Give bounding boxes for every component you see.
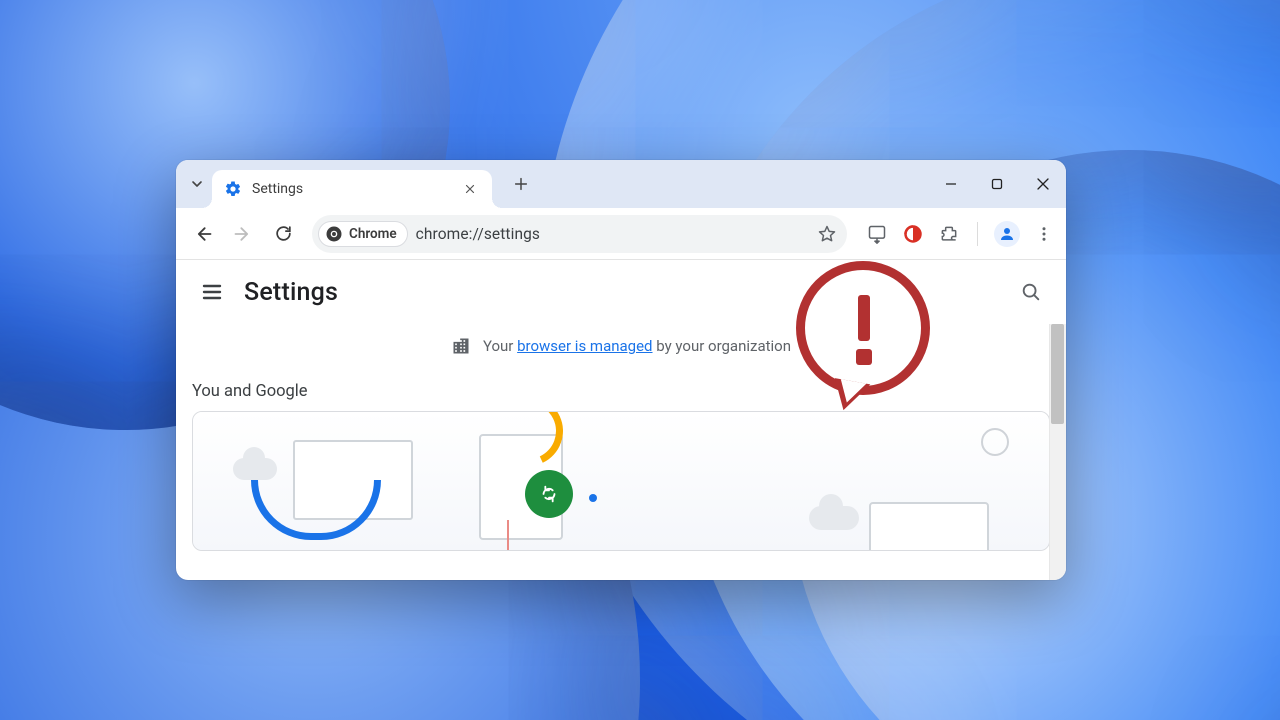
illustration-dot <box>589 494 597 502</box>
person-icon <box>998 225 1016 243</box>
kebab-icon <box>1035 225 1053 243</box>
address-bar[interactable]: Chrome chrome://settings <box>312 215 847 253</box>
arrow-left-icon <box>193 224 213 244</box>
tab-close-button[interactable] <box>460 179 480 199</box>
building-icon <box>451 336 471 356</box>
illustration-cloud <box>233 458 277 480</box>
managed-link[interactable]: browser is managed <box>517 337 652 355</box>
scrollbar-thumb[interactable] <box>1051 324 1064 424</box>
chevron-down-icon <box>189 176 205 192</box>
managed-notice: Your browser is managed by your organiza… <box>176 324 1066 368</box>
toolbar: Chrome chrome://settings <box>176 208 1066 260</box>
page-title: Settings <box>244 278 338 307</box>
url-text: chrome://settings <box>416 225 809 243</box>
chrome-menu-button[interactable] <box>1032 222 1056 246</box>
tab-settings[interactable]: Settings <box>212 170 492 208</box>
puzzle-icon <box>939 224 959 244</box>
sync-icon <box>538 483 560 505</box>
illustration-ring <box>981 428 1009 456</box>
arrow-right-icon <box>233 224 253 244</box>
settings-header: Settings <box>176 260 1066 324</box>
extension-adblock[interactable] <box>901 222 925 246</box>
section-you-and-google-title: You and Google <box>176 368 1066 411</box>
illustration-sync-dot <box>525 470 573 518</box>
illustration-arc-blue <box>251 480 381 540</box>
tab-title: Settings <box>252 181 450 197</box>
reload-icon <box>274 224 293 243</box>
illustration-rect-2 <box>869 502 989 551</box>
bookmark-button[interactable] <box>817 224 837 244</box>
hamburger-icon <box>200 280 224 304</box>
shield-o-icon <box>903 224 923 244</box>
maximize-icon <box>991 178 1003 190</box>
tab-strip: Settings <box>176 160 1066 208</box>
minimize-icon <box>945 178 957 190</box>
settings-page: Settings Your browser is managed by your… <box>176 260 1066 580</box>
managed-text: Your browser is managed by your organiza… <box>483 337 791 355</box>
search-icon <box>1020 281 1042 303</box>
chrome-icon <box>325 225 343 243</box>
star-icon <box>817 224 837 244</box>
settings-search-button[interactable] <box>1020 281 1042 303</box>
illustration-cloud-2 <box>809 506 859 530</box>
window-maximize-button[interactable] <box>974 160 1020 208</box>
forward-button[interactable] <box>226 217 260 251</box>
extensions-button[interactable] <box>937 222 961 246</box>
site-chip[interactable]: Chrome <box>318 221 408 247</box>
reload-button[interactable] <box>266 217 300 251</box>
window-controls <box>928 160 1066 208</box>
toolbar-divider <box>977 222 978 246</box>
image-download-icon <box>867 224 887 244</box>
chrome-window: Settings <box>176 160 1066 580</box>
tab-search-button[interactable] <box>182 169 212 199</box>
close-icon <box>464 183 476 195</box>
new-tab-button[interactable] <box>506 169 536 199</box>
window-minimize-button[interactable] <box>928 160 974 208</box>
extension-png[interactable] <box>865 222 889 246</box>
site-chip-label: Chrome <box>349 226 397 242</box>
close-icon <box>1037 178 1049 190</box>
illustration-line-red <box>507 520 509 551</box>
sync-promo-card[interactable] <box>192 411 1050 551</box>
profile-button[interactable] <box>994 221 1020 247</box>
extensions-row <box>865 221 1056 247</box>
window-close-button[interactable] <box>1020 160 1066 208</box>
settings-menu-button[interactable] <box>200 280 224 304</box>
gear-icon <box>224 180 242 198</box>
plus-icon <box>513 176 529 192</box>
back-button[interactable] <box>186 217 220 251</box>
